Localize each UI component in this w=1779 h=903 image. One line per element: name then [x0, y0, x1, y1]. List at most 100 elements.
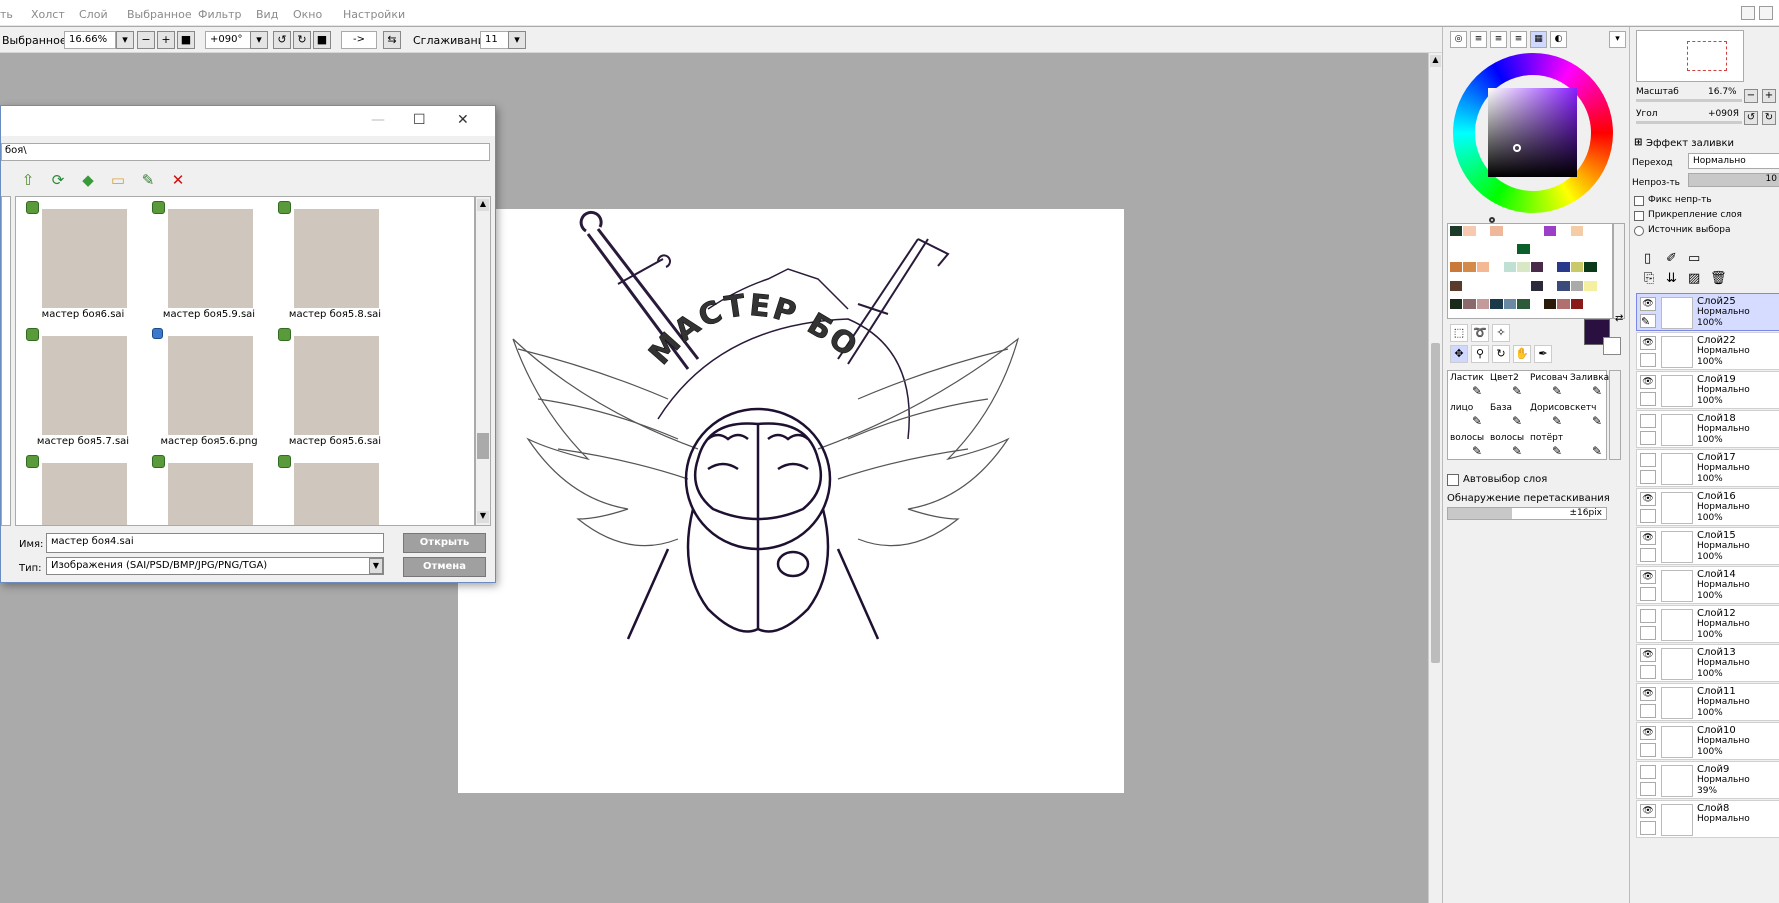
color-picker-cursor[interactable] — [1513, 144, 1521, 152]
drawing-canvas[interactable]: МАСТЕР БОЯ — [445, 182, 1124, 793]
layer-lock-box[interactable] — [1640, 353, 1656, 367]
selection-source-radio[interactable] — [1634, 226, 1644, 236]
layer-row[interactable]: 👁 Слой13 Нормально 100% — [1636, 644, 1779, 682]
fill-effect-label[interactable]: Эффект заливки — [1646, 138, 1734, 149]
eye-icon[interactable]: 👁 — [1640, 531, 1656, 545]
eye-icon[interactable]: 👁 — [1640, 336, 1656, 350]
fix-opacity-checkbox[interactable] — [1634, 196, 1644, 206]
move-icon[interactable]: ✥ — [1450, 345, 1468, 363]
file-item[interactable]: мастер боя5.6.sai — [272, 326, 398, 453]
zoom-reset-button[interactable]: ■ — [177, 31, 195, 49]
color-swatch[interactable] — [1450, 280, 1463, 291]
new-folder-icon[interactable]: ▭ — [1688, 251, 1700, 266]
file-item[interactable]: мастер боя5.7.sai — [20, 326, 146, 453]
navigator-viewport[interactable] — [1687, 41, 1727, 71]
restore-button[interactable] — [1759, 6, 1773, 20]
type-dropdown-icon[interactable]: ▼ — [369, 558, 383, 574]
layer-lock-box[interactable] — [1640, 821, 1656, 835]
color-swatch[interactable] — [1543, 244, 1557, 255]
brush-slot[interactable]: скетч ✎ — [1568, 401, 1608, 431]
layer-lock-box[interactable] — [1640, 392, 1656, 406]
hand-icon[interactable]: ✋ — [1513, 345, 1531, 363]
color-swatch[interactable] — [1450, 226, 1463, 236]
zoom-dropdown-icon[interactable]: ▾ — [116, 31, 134, 49]
flip-arrow-button[interactable]: -> — [341, 31, 377, 49]
lasso-icon[interactable]: ➰ — [1471, 324, 1489, 342]
eye-icon[interactable]: 👁 — [1640, 726, 1656, 740]
color-swatch[interactable] — [1490, 244, 1503, 255]
menu-view[interactable]: Вид — [256, 8, 278, 21]
color-swatch[interactable] — [1463, 244, 1476, 255]
layer-lock-box[interactable] — [1640, 470, 1656, 484]
menu-filter[interactable]: Фильтр — [198, 8, 242, 21]
color-swatch[interactable] — [1570, 280, 1584, 291]
open-button[interactable]: Открыть — [403, 533, 486, 553]
smoothing-dropdown-icon[interactable]: ▾ — [508, 31, 526, 49]
file-name-input[interactable]: мастер боя4.sai — [46, 533, 384, 553]
swatch-tab-icon[interactable]: ▦ — [1530, 31, 1547, 48]
file-item[interactable] — [20, 453, 146, 525]
eye-icon[interactable] — [1640, 609, 1656, 623]
layer-row[interactable]: 👁 Слой15 Нормально 100% — [1636, 527, 1779, 565]
swatch-scrollbar[interactable] — [1613, 223, 1625, 319]
new-linework-layer-icon[interactable]: ✐ — [1666, 251, 1677, 266]
layer-lock-box[interactable] — [1640, 431, 1656, 445]
refresh-icon[interactable]: ⟳ — [48, 170, 68, 190]
color-swatch[interactable] — [1490, 280, 1503, 291]
auto-select-checkbox[interactable] — [1447, 474, 1459, 486]
eye-icon[interactable]: 👁 — [1640, 375, 1656, 389]
layer-row[interactable]: Слой18 Нормально 100% — [1636, 410, 1779, 448]
scratchpad-tab-icon[interactable]: ◐ — [1550, 31, 1567, 48]
file-type-select[interactable]: Изображения (SAI/PSD/BMP/JPG/PNG/TGA) — [46, 557, 384, 575]
layer-lock-box[interactable] — [1640, 626, 1656, 640]
color-swatch[interactable] — [1476, 226, 1490, 236]
color-swatch[interactable] — [1490, 226, 1503, 236]
delete-layer-icon[interactable]: 🗑 — [1710, 271, 1727, 286]
color-swatch[interactable] — [1517, 298, 1530, 309]
file-list-scrollbar[interactable]: ▲ ▼ — [475, 196, 491, 526]
menu-file[interactable]: ть — [0, 8, 13, 21]
color-swatch[interactable] — [1570, 244, 1584, 255]
layer-lock-box[interactable] — [1640, 704, 1656, 718]
eye-icon[interactable]: 👁 — [1640, 492, 1656, 506]
color-swatch[interactable] — [1503, 298, 1517, 309]
secondary-color-swatch[interactable] — [1603, 337, 1621, 355]
color-swatch[interactable] — [1597, 298, 1610, 309]
magic-wand-icon[interactable]: ✧ — [1492, 324, 1510, 342]
color-swatch[interactable] — [1584, 226, 1597, 236]
delete-icon[interactable]: ✕ — [168, 170, 188, 190]
angle-slider[interactable] — [1636, 121, 1742, 124]
color-swatch[interactable] — [1557, 262, 1570, 273]
hsv-slider-tab-icon[interactable]: ≡ — [1490, 31, 1507, 48]
clear-layer-icon[interactable]: ▨ — [1688, 271, 1700, 286]
eye-icon[interactable]: 👁 — [1640, 570, 1656, 584]
rotate-reset-button[interactable]: ■ — [313, 31, 331, 49]
color-swatch[interactable] — [1557, 298, 1570, 309]
dialog-maximize-icon[interactable]: ☐ — [413, 112, 426, 128]
color-swatch[interactable] — [1597, 262, 1610, 273]
color-swatch[interactable] — [1463, 298, 1476, 309]
color-swatch[interactable] — [1517, 280, 1530, 291]
color-swatches[interactable] — [1447, 223, 1613, 319]
dialog-minimize-icon[interactable]: — — [371, 112, 385, 128]
layer-row[interactable]: 👁 Слой14 Нормально 100% — [1636, 566, 1779, 604]
brush-slot[interactable]: Цвет2 ✎ — [1488, 371, 1528, 401]
eye-icon[interactable]: 👁 — [1640, 297, 1656, 311]
navigator-rotate-right-icon[interactable]: ↻ — [1762, 111, 1776, 125]
dialog-close-icon[interactable]: ✕ — [457, 112, 469, 128]
color-swatch[interactable] — [1450, 262, 1463, 273]
layer-row[interactable]: 👁 Слой19 Нормально 100% — [1636, 371, 1779, 409]
color-swatch[interactable] — [1584, 262, 1597, 273]
color-swatch[interactable] — [1543, 262, 1557, 273]
color-wheel-tab-icon[interactable]: ◎ — [1450, 31, 1467, 48]
rect-select-icon[interactable]: ⬚ — [1450, 324, 1468, 342]
navigator-rotate-left-icon[interactable]: ↺ — [1744, 111, 1758, 125]
scale-slider[interactable] — [1636, 99, 1742, 102]
fill-effect-expand-icon[interactable]: ⊞ — [1634, 137, 1642, 148]
eye-icon[interactable] — [1640, 414, 1656, 428]
layer-lock-box[interactable] — [1640, 665, 1656, 679]
copy-layer-icon[interactable]: ⎘ — [1644, 271, 1654, 286]
scroll-up-icon[interactable]: ▲ — [1430, 55, 1441, 67]
new-layer-icon[interactable]: ▯ — [1644, 251, 1651, 266]
scroll-down-icon[interactable]: ▼ — [477, 511, 489, 523]
